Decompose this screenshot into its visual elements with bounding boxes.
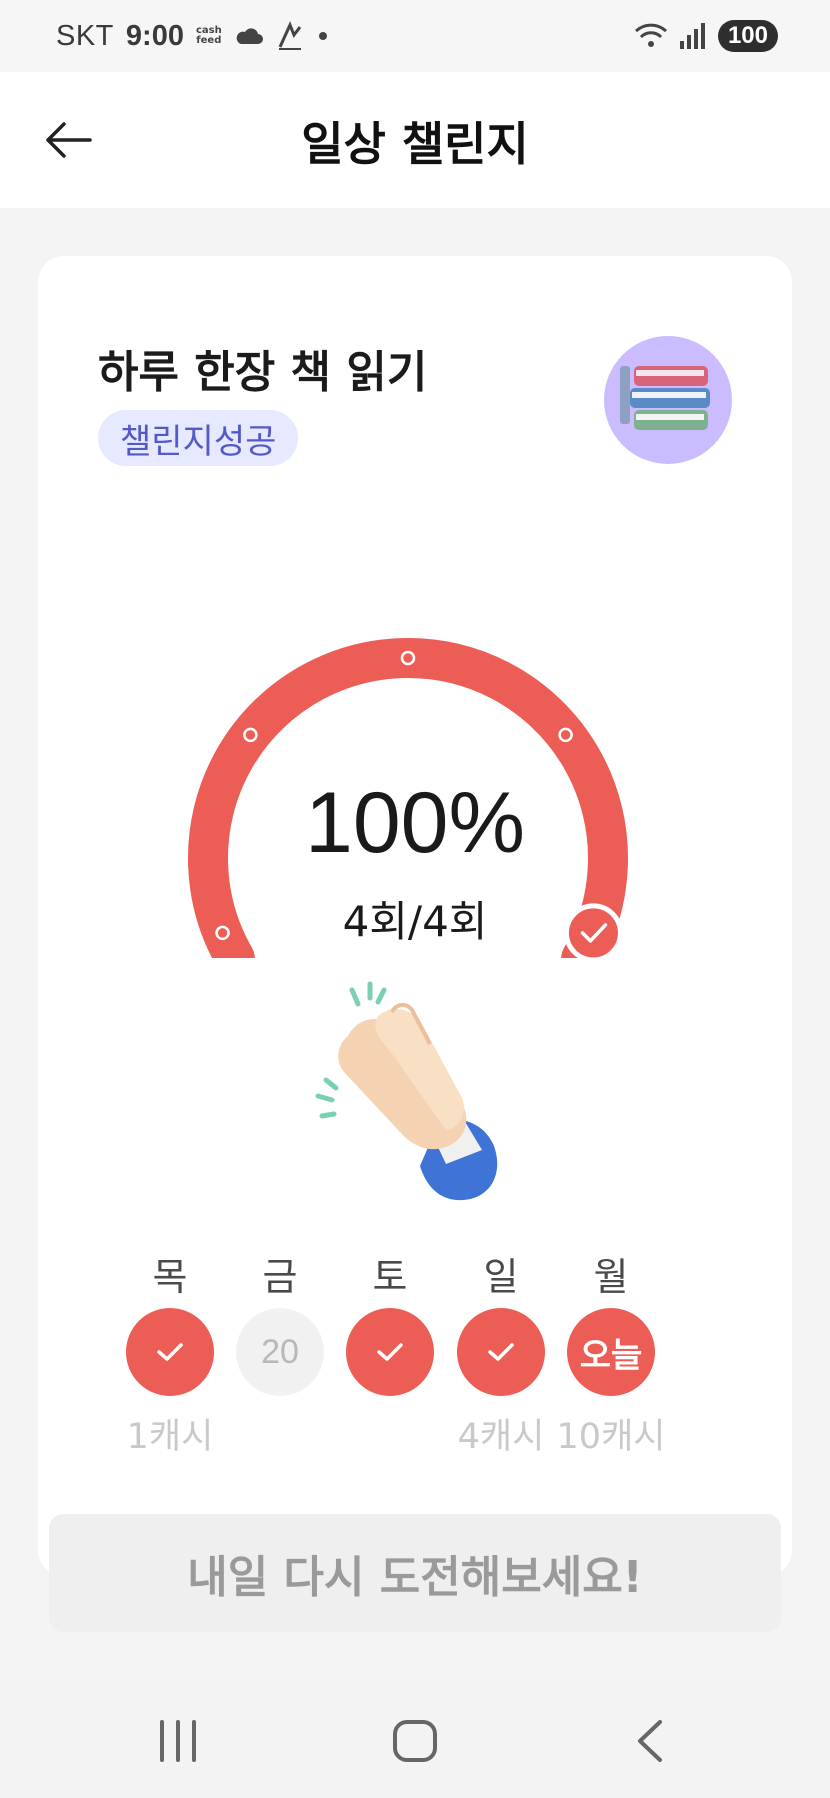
day-status-done bbox=[346, 1308, 434, 1396]
notification-dot-icon bbox=[318, 32, 327, 40]
progress-count: 4회/4회 bbox=[342, 897, 488, 946]
recent-apps-icon bbox=[160, 1720, 196, 1762]
day-column: 금 20 bbox=[220, 1246, 340, 1454]
day-status-today: 오늘 bbox=[567, 1308, 655, 1396]
challenge-title: 하루 한장 책 읽기 bbox=[98, 347, 428, 398]
challenge-avatar bbox=[604, 336, 732, 464]
carrier-label: SKT bbox=[56, 19, 114, 52]
day-status-done bbox=[457, 1308, 545, 1396]
day-reward bbox=[220, 1408, 340, 1454]
cloud-icon bbox=[236, 28, 263, 44]
day-reward: 1캐시 bbox=[126, 1417, 214, 1457]
battery-indicator: 100 bbox=[717, 20, 778, 52]
day-label: 토 bbox=[372, 1255, 408, 1299]
system-nav-bar bbox=[0, 1680, 830, 1798]
day-label: 일 bbox=[483, 1255, 519, 1299]
day-label: 월 bbox=[593, 1255, 629, 1299]
day-column: 월오늘 10캐시 bbox=[551, 1246, 671, 1457]
day-reward: 4캐시 bbox=[457, 1417, 545, 1457]
day-reward bbox=[330, 1408, 450, 1454]
wifi-icon bbox=[634, 23, 667, 47]
home-icon bbox=[393, 1720, 437, 1762]
day-label: 금 bbox=[262, 1255, 298, 1299]
day-column: 목 1캐시 bbox=[110, 1246, 230, 1457]
clapping-hands-icon bbox=[315, 981, 498, 1201]
signal-icon bbox=[679, 23, 705, 49]
gauge-milestone bbox=[558, 727, 573, 743]
check-icon bbox=[377, 1343, 403, 1361]
home-button[interactable] bbox=[385, 1716, 445, 1766]
gauge-milestone bbox=[243, 727, 258, 743]
check-icon bbox=[157, 1343, 183, 1361]
back-chevron-icon bbox=[638, 1720, 662, 1762]
day-reward: 10캐시 bbox=[556, 1417, 666, 1457]
cashfeed-label-bottom: feed bbox=[196, 35, 222, 46]
day-status-done bbox=[126, 1308, 214, 1396]
nav-back-button[interactable] bbox=[622, 1716, 682, 1766]
day-circle-text: 오늘 bbox=[579, 1335, 643, 1376]
day-column: 토 bbox=[330, 1246, 450, 1454]
progress-percent: 100% bbox=[305, 775, 525, 871]
books-icon bbox=[620, 366, 710, 430]
status-badge: 챌린지성공 bbox=[98, 410, 299, 466]
check-icon bbox=[488, 1343, 514, 1361]
day-circle-text: 20 bbox=[261, 1332, 299, 1371]
clock: 9:00 bbox=[125, 19, 184, 52]
retry-tomorrow-button[interactable]: 내일 다시 도전해보세요! bbox=[49, 1514, 781, 1632]
recent-apps-button[interactable] bbox=[148, 1716, 208, 1766]
day-status-missed: 20 bbox=[236, 1308, 324, 1396]
cashfeed-app-icon: cash feed bbox=[196, 26, 222, 46]
status-bar: SKT 9:00 cash feed 100 bbox=[0, 0, 830, 72]
page-title: 일상 챌린지 bbox=[301, 117, 529, 171]
challenge-card: 하루 한장 책 읽기 챌린지성공 100% 4회/4회 목 1캐시 금 20 토 일 4캐시… bbox=[38, 256, 792, 1576]
gauge-milestone bbox=[400, 650, 416, 666]
app-header: 일상 챌린지 bbox=[0, 72, 830, 208]
day-label: 목 bbox=[152, 1255, 188, 1299]
day-column: 일 4캐시 bbox=[441, 1246, 561, 1457]
signature-app-icon bbox=[278, 21, 301, 50]
